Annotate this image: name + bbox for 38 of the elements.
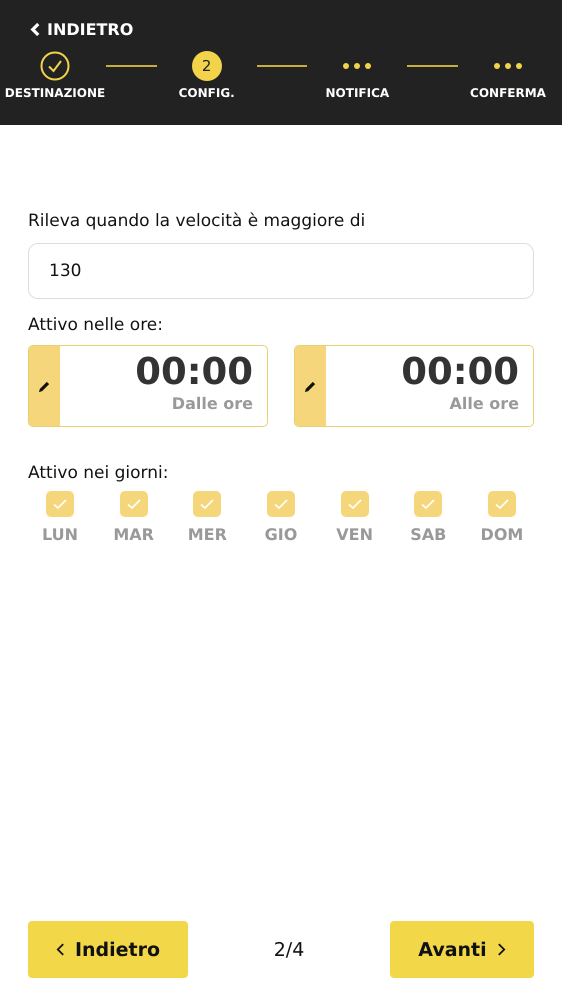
day-checkbox[interactable] [488,491,516,517]
time-caption: Dalle ore [172,394,253,413]
speed-input[interactable]: 130 [28,243,534,299]
field-label: Attivo nelle ore: [28,315,163,335]
day-label: SAB [410,525,446,544]
day-checkbox[interactable] [340,491,369,517]
day-label: LUN [42,525,78,544]
back-button[interactable]: Indietro [28,921,188,978]
chevron-right-icon [496,942,506,957]
step-number: 2 [192,51,222,81]
chevron-left-icon [56,942,65,957]
pencil-icon [38,380,51,392]
day-checkbox[interactable] [46,491,74,517]
day-checkbox[interactable] [414,491,442,517]
step-label: CONFIG. [178,86,235,100]
page-indicator: 2/4 [274,938,304,960]
day-label: DOM [480,525,524,544]
day-label: GIO [264,525,298,544]
day-checkbox[interactable] [120,491,148,517]
field-label: Attivo nei giorni: [28,463,168,483]
time-field[interactable]: 00:00 Dalle ore [28,345,268,427]
step-label: NOTIFICA [326,86,390,100]
time-value: 00:00 [135,350,253,394]
back-icon [30,22,41,37]
day-label: MER [188,525,227,544]
back-link[interactable]: INDIETRO [30,20,134,39]
day-label: MAR [113,525,154,544]
step-label: DESTINAZIONE [4,86,106,100]
field-label: Rileva quando la velocità è maggiore di [28,211,366,231]
next-button[interactable]: Avanti [390,921,534,978]
time-caption: Alle ore [449,394,519,413]
day-label: VEN [336,525,373,544]
time-value: 00:00 [401,350,519,394]
day-checkbox[interactable] [266,491,295,517]
pencil-icon [304,380,317,392]
day-checkbox[interactable] [193,491,222,517]
step-label: CONFERMA [470,86,546,100]
time-field[interactable]: 00:00 Alle ore [294,345,534,427]
